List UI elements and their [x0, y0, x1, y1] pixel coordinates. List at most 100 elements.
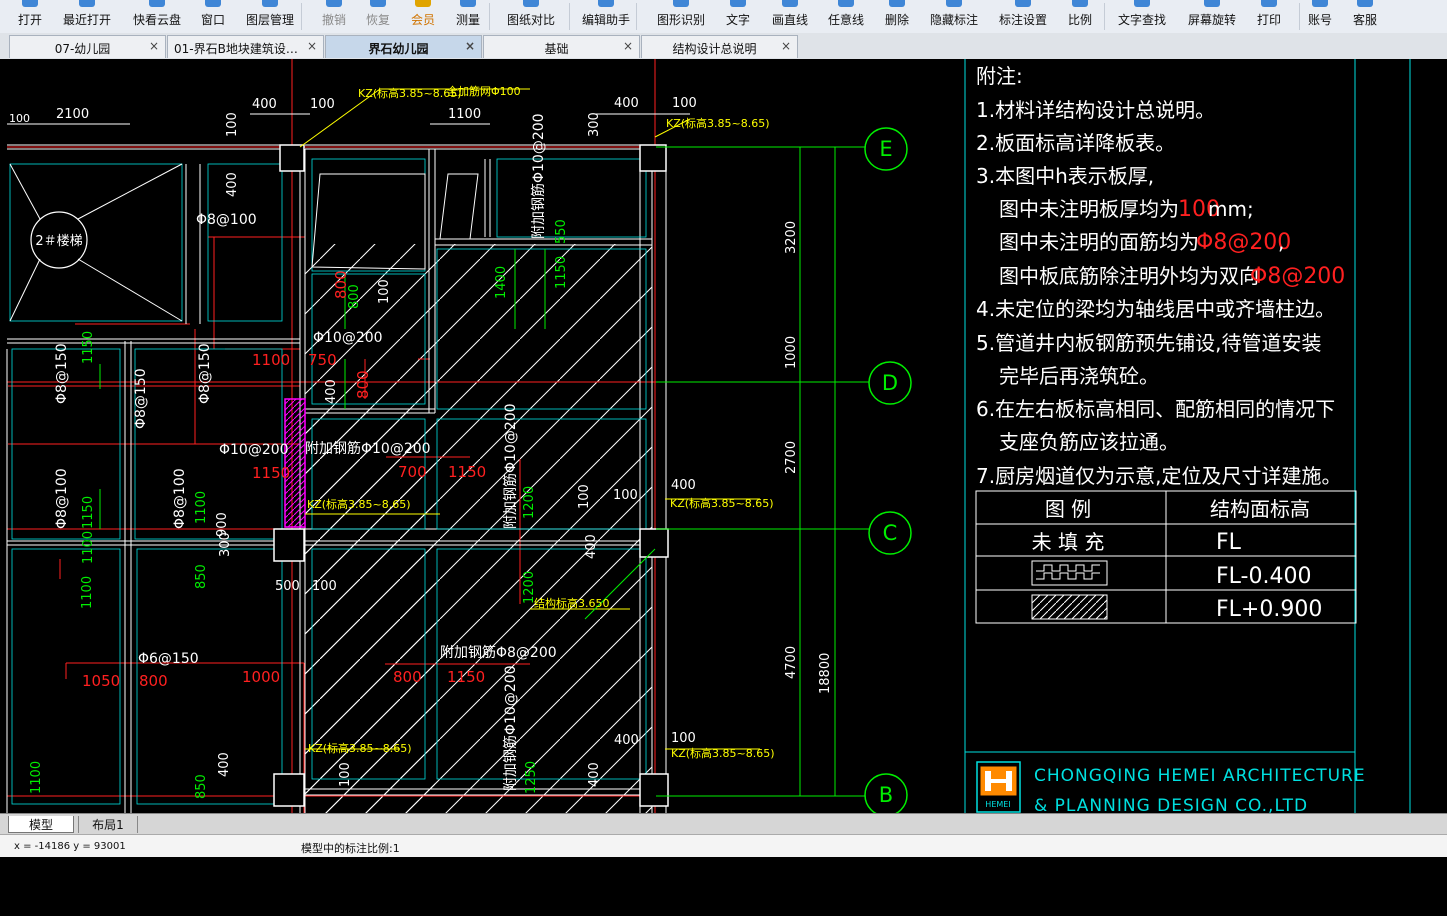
toolbar-button-label: 屏幕旋转	[1187, 13, 1236, 27]
legend-header: 图 例	[1045, 497, 1091, 521]
column-tag: KZ(标高3.85~8.65)	[671, 746, 775, 760]
tab-label: 01-界石B地块建筑设计说明	[174, 42, 307, 56]
toolbar-button-13[interactable]: 画直线	[760, 0, 820, 33]
legend-pattern-hatch	[1031, 594, 1108, 620]
toolbar-button-18[interactable]: 比例	[1050, 0, 1110, 33]
close-icon[interactable]: ×	[307, 39, 317, 53]
kitchen-flue	[439, 173, 479, 240]
toolbar-button-1[interactable]: 最近打开	[57, 0, 117, 33]
dimension-text: 1000	[784, 336, 799, 369]
layout-tab-layout1[interactable]: 布局1	[78, 816, 138, 833]
close-icon[interactable]: ×	[623, 39, 633, 53]
toolbar-button-label: 客服	[1352, 13, 1377, 27]
measure-icon	[460, 0, 476, 7]
toolbar-button-10[interactable]: 编辑助手	[576, 0, 636, 33]
notes-line: 3.本图中h表示板厚,	[976, 164, 1154, 188]
toolbar-button-20[interactable]: 屏幕旋转	[1182, 0, 1242, 33]
close-icon[interactable]: ×	[781, 39, 791, 53]
toolbar-button-11[interactable]: 图形识别	[651, 0, 711, 33]
print-icon	[1261, 0, 1277, 7]
toolbar-button-label: 打开	[17, 13, 42, 27]
toolbar-button-9[interactable]: 图纸对比	[501, 0, 561, 33]
dimension-text: 3200	[784, 221, 799, 254]
tab-label: 07-幼儿园	[54, 42, 111, 56]
cad-drawing[interactable]: E D C B 2＃楼梯 100 2100 400 100 1100 400 100 100 400 100…	[0, 59, 1447, 813]
column-rect	[273, 773, 305, 807]
dimension-text-red: 800	[354, 370, 372, 399]
toolbar-button-17[interactable]: 标注设置	[993, 0, 1053, 33]
close-icon[interactable]: ×	[149, 39, 159, 53]
toolbar-button-label: 图层管理	[245, 13, 294, 27]
notes-line: 2.板面标高详降板表。	[976, 131, 1175, 155]
dimension-text: 100	[577, 484, 592, 509]
dimension-text: 400	[252, 97, 277, 112]
notes-subline: 图中未注明的面筋均为	[999, 230, 1199, 254]
toolbar-button-23[interactable]: 客服	[1335, 0, 1395, 33]
dimension-text-green: 1250	[524, 761, 539, 794]
legend-step-path	[1036, 564, 1100, 572]
undo-icon	[326, 0, 342, 7]
toolbar-button-15[interactable]: 删除	[867, 0, 927, 33]
company-logo-text: HEMEI	[985, 800, 1010, 809]
layers-icon	[262, 0, 278, 7]
column-tag: 全加筋网Φ100	[447, 84, 521, 98]
window-icon	[205, 0, 221, 7]
drawing-canvas[interactable]: E D C B 2＃楼梯 100 2100 400 100 1100 400 100 100 400 100…	[0, 59, 1447, 813]
toolbar-button-label: 账号	[1307, 13, 1332, 27]
dimension-text-green: 800	[347, 284, 362, 309]
toolbar-button-label: 快看云盘	[132, 13, 181, 27]
toolbar-button-0[interactable]: 打开	[0, 0, 60, 33]
notes-subline: 图中未注明板厚均为	[999, 197, 1179, 221]
tab-1[interactable]: 01-界石B地块建筑设计说明×	[167, 35, 324, 58]
legend-value: FL-0.400	[1216, 564, 1311, 589]
rebar-label: 附加钢筋Φ10@200	[502, 403, 519, 529]
document-tab-bar: 07-幼儿园×01-界石B地块建筑设计说明×界石幼儿园×基础×结构设计总说明×	[0, 33, 1447, 60]
dimension-text-green: 1100	[80, 576, 95, 609]
toolbar-button-label: 文字	[725, 13, 750, 27]
toolbar-button-label: 删除	[884, 13, 909, 27]
dimension-text: 300	[218, 532, 233, 557]
axis-label: E	[879, 137, 892, 161]
tab-0[interactable]: 07-幼儿园 ×	[9, 35, 166, 58]
toolbar-button-3[interactable]: 窗口	[183, 0, 243, 33]
legend-value: FL	[1216, 530, 1242, 555]
notes-line: 5.管道井内板钢筋预先铺设,待管道安装	[976, 331, 1321, 355]
close-icon[interactable]: ×	[465, 39, 475, 53]
toolbar-button-label: 任意线	[827, 13, 864, 27]
notes-line: 6.在左右板标高相同、配筋相同的情况下	[976, 397, 1335, 421]
notes-heading: 附注:	[976, 64, 1023, 88]
tab-2[interactable]: 界石幼儿园 ×	[325, 35, 482, 58]
layout-tab-model[interactable]: 模型	[8, 816, 74, 833]
main-toolbar: 打开 最近打开 快看云盘 窗口 图层管理 撤销 恢复 会员 测量 图纸对比 编辑助手 图形识别 文字 画直…	[0, 0, 1447, 34]
dimension-text: 400	[587, 762, 602, 787]
legend-header: 结构面标高	[1210, 497, 1310, 521]
compare-icon	[523, 0, 539, 7]
dimension-text-red: 1150	[448, 463, 486, 481]
dimension-text-red: 750	[308, 351, 337, 369]
toolbar-button-19[interactable]: 文字查找	[1112, 0, 1172, 33]
slab-outline	[207, 163, 283, 322]
layout-tab-label: 布局1	[92, 818, 124, 832]
dimension-text-green: 1200	[522, 486, 537, 519]
axis-label: C	[883, 521, 898, 545]
dimension-text-green: 1150	[81, 496, 96, 529]
notes-unit: mm;	[1208, 197, 1254, 221]
dimension-text-green: 850	[194, 774, 209, 799]
toolbar-button-4[interactable]: 图层管理	[240, 0, 300, 33]
rebar-label: 附加钢筋Φ10@200	[502, 665, 519, 791]
tab-4[interactable]: 结构设计总说明 ×	[641, 35, 798, 58]
dimension-text: 500	[275, 579, 300, 594]
toolbar-separator	[489, 3, 490, 30]
text-search-icon	[1134, 0, 1150, 7]
legend-value: FL+0.900	[1216, 597, 1322, 622]
status-bar: x = -14186 y = 93001 模型中的标注比例:1	[0, 834, 1447, 858]
toolbar-button-12[interactable]: 文字	[708, 0, 768, 33]
toolbar-button-label: 会员	[410, 13, 435, 27]
tab-3[interactable]: 基础 ×	[483, 35, 640, 58]
toolbar-separator	[636, 3, 637, 30]
notes-value: Φ8@200	[1250, 264, 1345, 289]
toolbar-button-16[interactable]: 隐藏标注	[924, 0, 984, 33]
freeline-icon	[838, 0, 854, 7]
toolbar-button-2[interactable]: 快看云盘	[127, 0, 187, 33]
column-rect	[639, 144, 667, 172]
